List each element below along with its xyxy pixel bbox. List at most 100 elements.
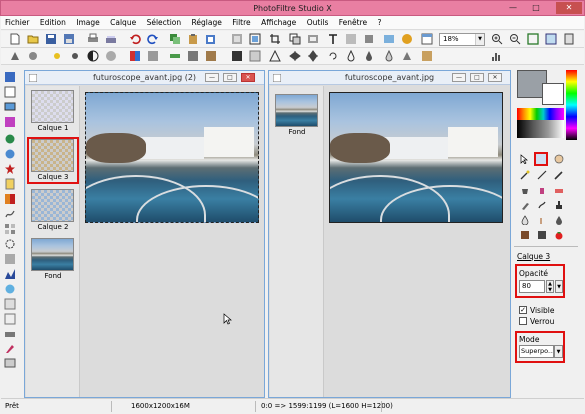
new-file-icon[interactable]: [9, 33, 21, 45]
saturation-icon[interactable]: [129, 50, 141, 62]
visible-checkbox[interactable]: ✓: [519, 306, 527, 314]
smudge-icon[interactable]: [537, 200, 547, 210]
line-tool-icon[interactable]: [537, 170, 547, 180]
open-folder-icon[interactable]: [27, 33, 39, 45]
layer-icon[interactable]: [307, 33, 319, 45]
mosaic-icon[interactable]: [4, 223, 16, 235]
document-2-titlebar[interactable]: futuroscope_avant.jpg — □ ✕: [269, 71, 510, 85]
opacity-spinner[interactable]: ▲ ▼: [546, 280, 554, 293]
zoom-fit-icon[interactable]: [527, 33, 539, 45]
paint-icon[interactable]: [401, 33, 413, 45]
close-button[interactable]: ✕: [556, 2, 582, 14]
document-window-2[interactable]: futuroscope_avant.jpg — □ ✕ Fond: [268, 70, 511, 398]
opacity-input[interactable]: 80: [519, 280, 545, 293]
print-icon[interactable]: [87, 33, 99, 45]
chevron-down-icon[interactable]: ▼: [475, 34, 484, 45]
flip-h-icon[interactable]: [289, 50, 301, 62]
hand-tool-icon[interactable]: [554, 154, 564, 164]
fill-icon[interactable]: [345, 33, 357, 45]
menu-outils[interactable]: Outils: [303, 16, 333, 30]
page-icon[interactable]: [4, 178, 16, 190]
pencil-icon[interactable]: [554, 170, 564, 180]
batch-icon[interactable]: [4, 313, 16, 325]
menu-image[interactable]: Image: [72, 16, 104, 30]
maximize-button[interactable]: □: [527, 2, 545, 14]
stamp-tool-icon[interactable]: [554, 200, 564, 210]
print-small-icon[interactable]: [4, 328, 16, 340]
stamp-icon[interactable]: [563, 33, 575, 45]
document-window-1[interactable]: futuroscope_avant.jpg (2) — □ ✕ Calque 1…: [24, 70, 265, 398]
contrast-up-icon[interactable]: [87, 50, 99, 62]
pointer-tool-icon[interactable]: [520, 154, 530, 164]
drop-filled-icon[interactable]: [363, 50, 375, 62]
undo-icon[interactable]: [129, 33, 141, 45]
eraser-icon[interactable]: [554, 185, 564, 195]
doc2-maximize-button[interactable]: □: [470, 73, 484, 82]
histogram-icon[interactable]: [491, 50, 503, 62]
sphere-icon[interactable]: [4, 283, 16, 295]
auto-contrast-icon[interactable]: [27, 50, 39, 62]
lock-checkbox[interactable]: [519, 317, 527, 325]
rotate-left-icon[interactable]: [327, 50, 339, 62]
canvas-size-icon[interactable]: [249, 33, 261, 45]
color-spectrum[interactable]: [566, 70, 577, 140]
grid-icon[interactable]: [4, 298, 16, 310]
negative-icon[interactable]: [231, 50, 243, 62]
finger-icon[interactable]: [537, 215, 547, 225]
duplicate-icon[interactable]: [289, 33, 301, 45]
spray-icon[interactable]: [537, 185, 547, 195]
zoom-in-icon[interactable]: [491, 33, 503, 45]
paste-icon[interactable]: [187, 33, 199, 45]
bucket-icon[interactable]: [520, 185, 530, 195]
doc2-close-button[interactable]: ✕: [488, 73, 502, 82]
menu-selection[interactable]: Sélection: [143, 16, 186, 30]
scan-icon[interactable]: [105, 33, 117, 45]
star-icon[interactable]: [4, 163, 16, 175]
chevron-down-icon[interactable]: ▼: [554, 345, 563, 358]
sepia-icon[interactable]: [205, 50, 217, 62]
layer-item-fond[interactable]: Fond: [274, 94, 320, 136]
sharpen-icon[interactable]: [269, 50, 281, 62]
clone-icon[interactable]: [537, 230, 547, 240]
background-color-swatch[interactable]: [542, 83, 564, 105]
menu-calque[interactable]: Calque: [106, 16, 140, 30]
globe-icon[interactable]: [4, 148, 16, 160]
flip-v-icon[interactable]: [307, 50, 319, 62]
minimize-button[interactable]: —: [504, 2, 522, 14]
blur-drop-icon[interactable]: [520, 215, 530, 225]
zoom-out-icon[interactable]: [509, 33, 521, 45]
fullscreen-icon[interactable]: [545, 33, 557, 45]
chart-icon[interactable]: [4, 268, 16, 280]
image-size-icon[interactable]: [231, 33, 243, 45]
menu-edition[interactable]: Edition: [36, 16, 70, 30]
drop-icon[interactable]: [345, 50, 357, 62]
window-list-icon[interactable]: [4, 71, 16, 83]
save-icon[interactable]: [45, 33, 57, 45]
layer-item-fond[interactable]: Fond: [30, 238, 76, 280]
triangle-icon[interactable]: [401, 50, 413, 62]
darken-icon[interactable]: [69, 50, 81, 62]
canvas-image[interactable]: [85, 92, 259, 223]
desaturate-icon[interactable]: [147, 50, 159, 62]
menu-reglage[interactable]: Réglage: [188, 16, 226, 30]
color-adjust-icon[interactable]: [421, 50, 433, 62]
gamma-icon[interactable]: [169, 50, 181, 62]
copy-icon[interactable]: [169, 33, 181, 45]
grey-icon[interactable]: [187, 50, 199, 62]
blur-icon[interactable]: [249, 50, 261, 62]
menu-help[interactable]: ?: [374, 16, 386, 30]
filter-icon[interactable]: [4, 133, 16, 145]
crop-icon[interactable]: [269, 33, 281, 45]
document-1-titlebar[interactable]: futuroscope_avant.jpg (2) — □ ✕: [25, 71, 264, 85]
menu-fichier[interactable]: Fichier: [1, 16, 34, 30]
brush-tool-icon[interactable]: [520, 200, 530, 210]
doc1-maximize-button[interactable]: □: [223, 73, 237, 82]
picture-tube-icon[interactable]: [520, 230, 530, 240]
brush-icon[interactable]: [4, 343, 16, 355]
layer-item-calque-2[interactable]: Calque 2: [30, 189, 76, 231]
grey-palette[interactable]: [517, 120, 564, 138]
text-tool-icon[interactable]: [327, 33, 339, 45]
monitor-icon[interactable]: [4, 101, 16, 113]
auto-level-icon[interactable]: [9, 50, 21, 62]
explorer-icon[interactable]: [4, 86, 16, 98]
